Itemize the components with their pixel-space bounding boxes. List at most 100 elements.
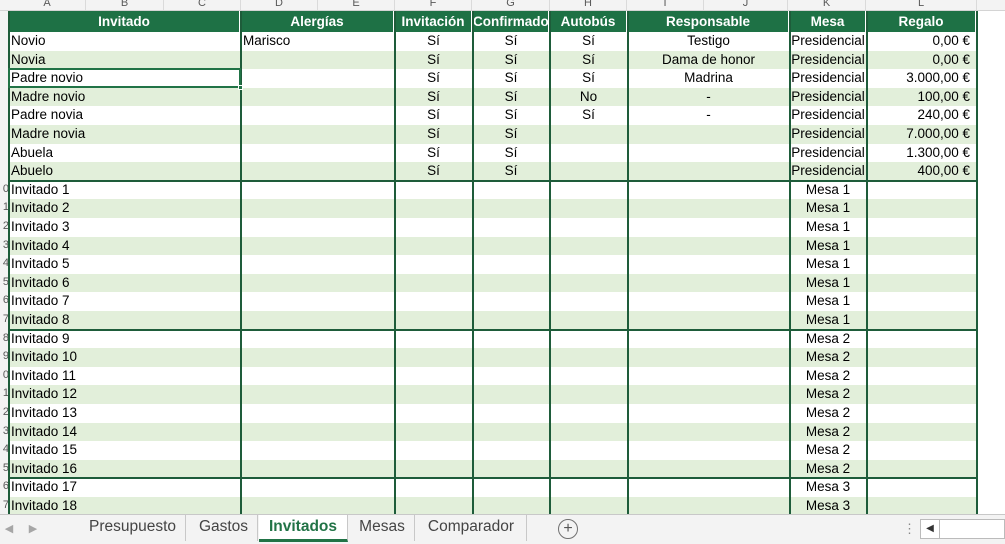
cell-invitado[interactable]: Invitado 18: [9, 497, 241, 514]
cell-confirmado[interactable]: Sí: [473, 32, 550, 51]
cell-invitado[interactable]: Invitado 11: [9, 366, 241, 386]
cell-alergias[interactable]: [241, 348, 395, 367]
cell-alergias[interactable]: [241, 180, 395, 200]
cell-responsable[interactable]: [628, 162, 790, 181]
cell-regalo[interactable]: [867, 255, 977, 274]
cell-mesa[interactable]: Mesa 1: [790, 255, 867, 274]
cell-alergias[interactable]: [241, 422, 395, 442]
cell-autobus[interactable]: Sí: [550, 32, 628, 51]
column-header-e[interactable]: E: [318, 0, 395, 10]
cell-responsable[interactable]: [628, 385, 790, 404]
sheet-tab-comparador[interactable]: Comparador: [416, 515, 527, 541]
cell-regalo[interactable]: 3.000,00 €: [867, 69, 977, 88]
spreadsheet-grid[interactable]: ABCDEFGHIJKL 012345678901234567 Invitado…: [0, 0, 1005, 514]
scroll-left-icon[interactable]: ◀: [920, 519, 940, 539]
cell-regalo[interactable]: [867, 292, 977, 311]
cell-confirmado[interactable]: [473, 348, 550, 367]
cell-invitacion[interactable]: Sí: [395, 32, 473, 51]
cell-responsable[interactable]: Testigo: [628, 32, 790, 51]
column-header-l[interactable]: L: [866, 0, 977, 10]
sheet-tab-presupuesto[interactable]: Presupuesto: [80, 515, 186, 541]
sheet-tab-invitados[interactable]: Invitados: [259, 515, 348, 542]
cell-invitacion[interactable]: [395, 236, 473, 256]
cell-regalo[interactable]: [867, 385, 977, 404]
cell-regalo[interactable]: 400,00 €: [867, 162, 977, 181]
header-regalo[interactable]: Regalo: [867, 11, 977, 32]
cell-regalo[interactable]: [867, 422, 977, 442]
cell-mesa[interactable]: Presidencial: [790, 162, 867, 181]
cell-alergias[interactable]: [241, 441, 395, 460]
cell-invitacion[interactable]: [395, 441, 473, 460]
cell-autobus[interactable]: [550, 311, 628, 330]
cell-invitacion[interactable]: [395, 348, 473, 367]
cell-regalo[interactable]: [867, 348, 977, 367]
cell-mesa[interactable]: Mesa 1: [790, 218, 867, 237]
cell-mesa[interactable]: Presidencial: [790, 50, 867, 70]
cell-confirmado[interactable]: [473, 199, 550, 218]
cell-responsable[interactable]: [628, 366, 790, 386]
cell-alergias[interactable]: [241, 106, 395, 125]
cell-autobus[interactable]: [550, 329, 628, 349]
cell-regalo[interactable]: 0,00 €: [867, 50, 977, 70]
cell-autobus[interactable]: No: [550, 87, 628, 107]
cell-autobus[interactable]: [550, 143, 628, 163]
cell-invitado[interactable]: Invitado 1: [9, 180, 241, 200]
cell-mesa[interactable]: Presidencial: [790, 87, 867, 107]
cell-responsable[interactable]: [628, 292, 790, 311]
cell-alergias[interactable]: [241, 255, 395, 274]
cell-responsable[interactable]: [628, 180, 790, 200]
cell-regalo[interactable]: [867, 199, 977, 218]
cell-alergias[interactable]: [241, 329, 395, 349]
header-autobus[interactable]: Autobús: [550, 11, 628, 32]
column-header-f[interactable]: F: [395, 0, 472, 10]
cell-responsable[interactable]: [628, 125, 790, 144]
cell-confirmado[interactable]: Sí: [473, 125, 550, 144]
header-mesa[interactable]: Mesa: [790, 11, 867, 32]
header-alergias[interactable]: Alergías: [241, 11, 395, 32]
header-invitado[interactable]: Invitado: [9, 11, 241, 32]
cell-responsable[interactable]: -: [628, 87, 790, 107]
cell-autobus[interactable]: [550, 459, 628, 479]
cell-alergias[interactable]: [241, 199, 395, 218]
cell-mesa[interactable]: Mesa 2: [790, 348, 867, 367]
cell-mesa[interactable]: Presidencial: [790, 32, 867, 51]
cell-autobus[interactable]: [550, 348, 628, 367]
cell-alergias[interactable]: [241, 236, 395, 256]
cell-mesa[interactable]: Mesa 1: [790, 180, 867, 200]
cell-responsable[interactable]: [628, 236, 790, 256]
cell-responsable[interactable]: [628, 497, 790, 514]
cell-invitado[interactable]: Invitado 17: [9, 478, 241, 497]
cell-invitacion[interactable]: [395, 218, 473, 237]
cell-mesa[interactable]: Mesa 1: [790, 311, 867, 330]
cell-mesa[interactable]: Mesa 3: [790, 497, 867, 514]
cell-invitacion[interactable]: [395, 459, 473, 479]
cell-invitado[interactable]: Invitado 15: [9, 441, 241, 460]
cell-alergias[interactable]: [241, 69, 395, 88]
cell-invitado[interactable]: Invitado 10: [9, 348, 241, 367]
cell-responsable[interactable]: Madrina: [628, 69, 790, 88]
cell-invitado[interactable]: Invitado 12: [9, 385, 241, 404]
cell-mesa[interactable]: Mesa 3: [790, 478, 867, 497]
cell-regalo[interactable]: 0,00 €: [867, 32, 977, 51]
cell-confirmado[interactable]: Sí: [473, 69, 550, 88]
cell-regalo[interactable]: [867, 497, 977, 514]
next-sheet-icon[interactable]: ▶: [26, 522, 40, 536]
header-responsable[interactable]: Responsable: [628, 11, 790, 32]
cell-invitacion[interactable]: [395, 329, 473, 349]
cell-invitacion[interactable]: [395, 422, 473, 442]
column-header-g[interactable]: G: [472, 0, 550, 10]
add-sheet-icon[interactable]: +: [558, 519, 578, 539]
selected-cell[interactable]: [8, 68, 241, 88]
cell-mesa[interactable]: Mesa 1: [790, 273, 867, 293]
cell-responsable[interactable]: [628, 311, 790, 330]
cell-alergias[interactable]: [241, 125, 395, 144]
column-header-c[interactable]: C: [164, 0, 241, 10]
cell-invitado[interactable]: Invitado 13: [9, 404, 241, 423]
cell-regalo[interactable]: [867, 273, 977, 293]
cell-mesa[interactable]: Presidencial: [790, 106, 867, 125]
cell-confirmado[interactable]: Sí: [473, 106, 550, 125]
cell-invitado[interactable]: Invitado 8: [9, 311, 241, 330]
cell-autobus[interactable]: [550, 162, 628, 181]
cell-responsable[interactable]: [628, 329, 790, 349]
cell-autobus[interactable]: [550, 422, 628, 442]
